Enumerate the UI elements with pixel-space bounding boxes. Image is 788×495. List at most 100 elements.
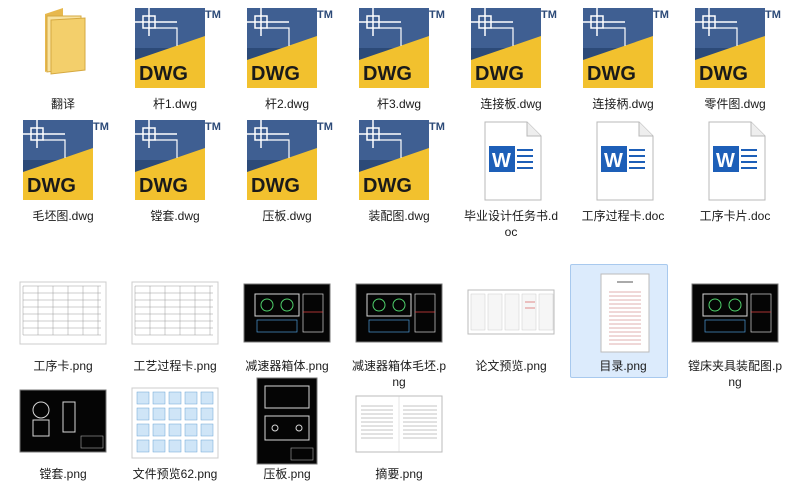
dwg-file-icon: TM DWG bbox=[695, 8, 781, 88]
file-name: 连接板.dwg bbox=[480, 97, 542, 111]
file-item[interactable]: TM DWG 杆3.dwg bbox=[344, 6, 454, 112]
dwg-file-icon: TM DWG bbox=[23, 120, 109, 200]
file-icon bbox=[349, 268, 449, 358]
file-item[interactable]: 压板.png bbox=[232, 376, 342, 482]
svg-text:TM: TM bbox=[317, 121, 333, 133]
file-item[interactable]: TM DWG 杆2.dwg bbox=[232, 6, 342, 112]
file-icon: W bbox=[573, 118, 673, 208]
file-icon: TM DWG bbox=[125, 118, 225, 208]
file-item[interactable]: 镗床夹具装配图.png bbox=[680, 268, 788, 390]
svg-text:DWG: DWG bbox=[363, 63, 412, 85]
svg-text:DWG: DWG bbox=[587, 63, 636, 85]
file-item[interactable]: TM DWG 连接柄.dwg bbox=[568, 6, 678, 112]
file-name: 压板.dwg bbox=[262, 209, 312, 223]
image-thumbnail-icon bbox=[467, 289, 555, 335]
dwg-file-icon: TM DWG bbox=[359, 120, 445, 200]
file-icon bbox=[125, 376, 225, 466]
dwg-file-icon: TM DWG bbox=[135, 120, 221, 200]
file-item[interactable]: W 工序卡片.doc bbox=[680, 118, 788, 224]
file-name: 镗套.png bbox=[39, 467, 87, 481]
file-item[interactable]: W 毕业设计任务书.doc bbox=[456, 118, 566, 240]
file-item[interactable]: 翻译 bbox=[8, 6, 118, 112]
dwg-file-icon: TM DWG bbox=[359, 8, 445, 88]
file-item[interactable]: 工艺过程卡.png bbox=[120, 268, 230, 374]
svg-text:TM: TM bbox=[541, 9, 557, 21]
file-item[interactable]: TM DWG 压板.dwg bbox=[232, 118, 342, 224]
file-icon bbox=[125, 268, 225, 358]
image-thumbnail-icon bbox=[355, 283, 443, 343]
svg-text:TM: TM bbox=[93, 121, 109, 133]
file-item[interactable]: 减速器箱体毛坯.png bbox=[344, 268, 454, 390]
file-item[interactable]: TM DWG 毛坯图.dwg bbox=[8, 118, 118, 224]
file-item[interactable]: TM DWG 零件图.dwg bbox=[680, 6, 788, 112]
file-item[interactable]: 文件预览62.png bbox=[120, 376, 230, 482]
svg-text:TM: TM bbox=[765, 9, 781, 21]
file-icon: TM DWG bbox=[237, 6, 337, 96]
file-name: 杆1.dwg bbox=[152, 97, 198, 111]
svg-text:TM: TM bbox=[429, 121, 445, 133]
file-name: 零件图.dwg bbox=[704, 97, 766, 111]
file-name: 工序卡片.doc bbox=[699, 209, 771, 223]
image-thumbnail-icon bbox=[691, 283, 779, 343]
file-name: 摘要.png bbox=[375, 467, 423, 481]
file-item[interactable]: 镗套.png bbox=[8, 376, 118, 482]
folder-icon bbox=[45, 8, 86, 75]
svg-text:DWG: DWG bbox=[251, 175, 300, 197]
file-item[interactable]: W 工序过程卡.doc bbox=[568, 118, 678, 224]
file-icon: TM DWG bbox=[237, 118, 337, 208]
dwg-file-icon: TM DWG bbox=[247, 8, 333, 88]
file-item[interactable]: 工序卡.png bbox=[8, 268, 118, 374]
file-name: 毛坯图.dwg bbox=[32, 209, 94, 223]
file-icon: TM DWG bbox=[125, 6, 225, 96]
file-explorer-view: { "files": [ {"name":"翻译","type":"folder… bbox=[0, 0, 788, 495]
file-name: 杆2.dwg bbox=[264, 97, 310, 111]
file-name: 毕业设计任务书.doc bbox=[463, 209, 558, 239]
file-item[interactable]: TM DWG 装配图.dwg bbox=[344, 118, 454, 224]
file-item[interactable]: 论文预览.png bbox=[456, 268, 566, 374]
dwg-file-icon: TM DWG bbox=[471, 8, 557, 88]
svg-text:DWG: DWG bbox=[699, 63, 748, 85]
file-icon bbox=[13, 376, 113, 466]
file-name: 装配图.dwg bbox=[368, 209, 430, 223]
svg-text:DWG: DWG bbox=[139, 63, 188, 85]
file-item[interactable]: TM DWG 镗套.dwg bbox=[120, 118, 230, 224]
image-thumbnail-icon bbox=[243, 283, 331, 343]
svg-text:DWG: DWG bbox=[27, 175, 76, 197]
svg-text:DWG: DWG bbox=[251, 63, 300, 85]
file-item[interactable]: TM DWG 杆1.dwg bbox=[120, 6, 230, 112]
file-name: 镗床夹具装配图.png bbox=[687, 359, 782, 389]
image-thumbnail-icon bbox=[19, 389, 107, 453]
svg-text:DWG: DWG bbox=[139, 175, 188, 197]
file-item[interactable]: 减速器箱体.png bbox=[232, 268, 342, 374]
image-thumbnail-icon bbox=[19, 281, 107, 345]
file-icon bbox=[13, 268, 113, 358]
file-name: 减速器箱体.png bbox=[245, 359, 329, 373]
file-icon: W bbox=[685, 118, 785, 208]
dwg-file-icon: TM DWG bbox=[583, 8, 669, 88]
file-icon bbox=[461, 268, 561, 358]
file-item[interactable]: 目录.png bbox=[568, 264, 678, 378]
file-icon bbox=[237, 376, 337, 466]
file-icon: TM DWG bbox=[349, 118, 449, 208]
svg-text:W: W bbox=[716, 150, 735, 172]
svg-text:TM: TM bbox=[653, 9, 669, 21]
file-item[interactable]: 摘要.png bbox=[344, 376, 454, 482]
file-icon: TM DWG bbox=[685, 6, 785, 96]
svg-text:TM: TM bbox=[205, 9, 221, 21]
file-icon bbox=[685, 268, 785, 358]
svg-text:DWG: DWG bbox=[363, 175, 412, 197]
file-icon: TM DWG bbox=[461, 6, 561, 96]
word-doc-icon: W bbox=[484, 121, 542, 201]
word-doc-icon: W bbox=[708, 121, 766, 201]
file-name: 工艺过程卡.png bbox=[133, 359, 217, 373]
image-thumbnail-icon bbox=[131, 387, 219, 459]
image-thumbnail-icon bbox=[131, 281, 219, 345]
file-name: 工序过程卡.doc bbox=[581, 209, 665, 223]
file-item[interactable]: TM DWG 连接板.dwg bbox=[456, 6, 566, 112]
svg-text:W: W bbox=[604, 150, 623, 172]
file-name: 翻译 bbox=[50, 97, 75, 111]
file-name: 镗套.dwg bbox=[150, 209, 200, 223]
file-icon bbox=[13, 6, 113, 96]
file-icon: TM DWG bbox=[13, 118, 113, 208]
image-thumbnail-icon bbox=[600, 273, 650, 353]
